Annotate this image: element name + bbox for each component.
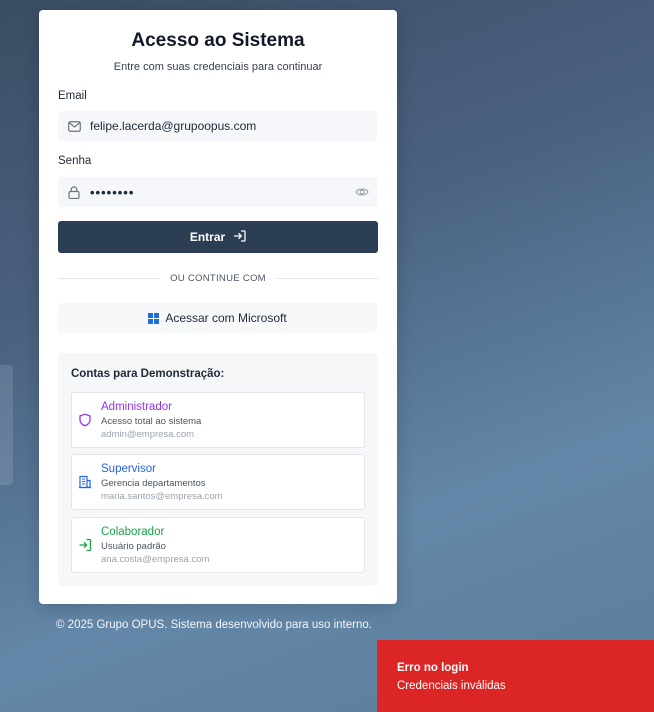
toast-title: Erro no login	[397, 662, 469, 674]
demo-account-name: Administrador	[101, 401, 172, 413]
footer-copyright: © 2025 Grupo OPUS. Sistema desenvolvido …	[56, 619, 372, 631]
email-field[interactable]: felipe.lacerda@grupoopus.com	[58, 111, 377, 141]
eye-icon[interactable]	[355, 185, 369, 203]
toast-message: Credenciais inválidas	[397, 680, 506, 692]
page-title: Acesso ao Sistema	[131, 30, 305, 51]
mail-icon	[58, 120, 90, 132]
demo-accounts-title: Contas para Demonstração:	[71, 368, 225, 380]
demo-account-email: ana.costa@empresa.com	[101, 554, 210, 565]
lock-icon	[58, 185, 90, 199]
building-icon	[78, 475, 92, 489]
login-card: Acesso ao Sistema Entre com suas credenc…	[39, 10, 397, 604]
password-label: Senha	[58, 155, 92, 167]
demo-account-email: admin@empresa.com	[101, 429, 195, 440]
login-button[interactable]: Entrar	[58, 221, 378, 253]
demo-account-admin[interactable]: Administrador Acesso total ao sistema ad…	[71, 392, 365, 448]
login-button-label: Entrar	[189, 230, 226, 244]
demo-account-name: Supervisor	[101, 463, 156, 475]
password-value: ••••••••	[90, 184, 135, 200]
demo-account-description: Gerencia departamentos	[101, 478, 206, 489]
side-panel-handle[interactable]	[0, 365, 13, 485]
password-field[interactable]: ••••••••	[58, 177, 377, 207]
demo-account-description: Usuário padrão	[101, 541, 166, 552]
microsoft-logo-icon	[148, 312, 160, 324]
microsoft-login-label: Acessar com Microsoft	[165, 311, 287, 325]
email-label: Email	[58, 90, 87, 102]
microsoft-login-button[interactable]: Acessar com Microsoft	[58, 303, 377, 333]
demo-account-supervisor[interactable]: Supervisor Gerencia departamentos maria.…	[71, 454, 365, 510]
email-value: felipe.lacerda@grupoopus.com	[90, 119, 257, 133]
demo-account-email: maria.santos@empresa.com	[101, 491, 223, 502]
login-icon	[78, 538, 92, 552]
error-toast[interactable]: Erro no login Credenciais inválidas	[377, 640, 654, 712]
demo-account-description: Acesso total ao sistema	[101, 416, 202, 427]
demo-account-colaborador[interactable]: Colaborador Usuário padrão ana.costa@emp…	[71, 517, 365, 573]
page-subtitle: Entre com suas credenciais para continua…	[113, 61, 323, 73]
shield-icon	[78, 413, 92, 427]
divider-text: OU CONTINUE COM	[170, 272, 266, 284]
sign-in-icon	[233, 229, 246, 245]
demo-account-name: Colaborador	[101, 526, 165, 538]
demo-accounts-panel: Contas para Demonstração: Administrador …	[58, 353, 378, 586]
divider: OU CONTINUE COM	[58, 271, 378, 285]
